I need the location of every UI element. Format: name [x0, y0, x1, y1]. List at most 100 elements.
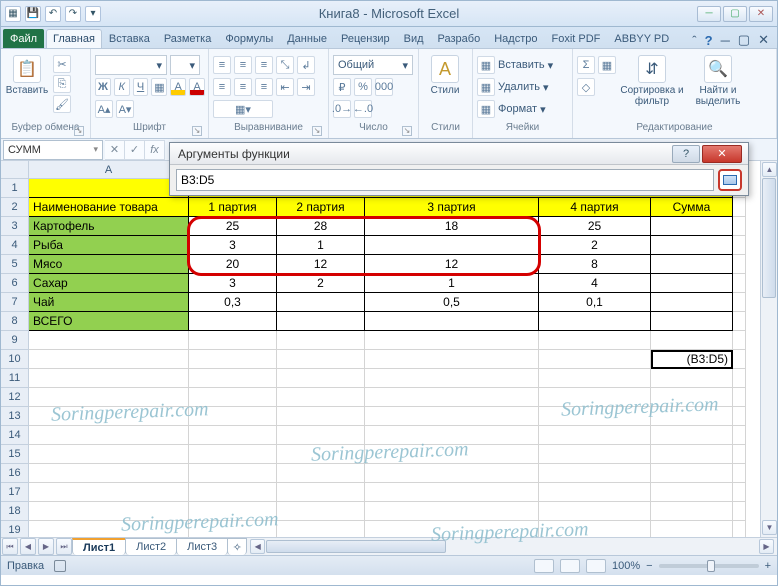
minimize-ribbon-icon[interactable]: ˆ — [692, 33, 696, 48]
tab-view[interactable]: Вид — [397, 29, 431, 48]
cell[interactable] — [539, 464, 651, 483]
col-header-A[interactable]: A — [29, 161, 189, 179]
tab-developer[interactable]: Разрабо — [431, 29, 488, 48]
paste-button[interactable]: 📋 Вставить — [5, 55, 49, 96]
horizontal-scrollbar[interactable]: ◀ ▶ — [249, 538, 775, 555]
cell[interactable] — [29, 350, 189, 369]
cell[interactable]: 0,1 — [539, 293, 651, 312]
cell[interactable] — [365, 350, 539, 369]
cell[interactable]: 12 — [365, 255, 539, 274]
row-header[interactable]: 13 — [1, 407, 29, 426]
cell[interactable] — [733, 217, 746, 236]
cell[interactable] — [29, 502, 189, 521]
name-box[interactable]: СУММ▾ — [3, 140, 103, 160]
cancel-formula-icon[interactable]: ✕ — [105, 140, 125, 160]
cell[interactable]: Мясо — [29, 255, 189, 274]
cell[interactable]: Сумма — [651, 198, 733, 217]
dialog-help-button[interactable]: ? — [672, 145, 700, 163]
cell[interactable] — [29, 369, 189, 388]
border-button[interactable]: ▦ — [151, 78, 167, 96]
increase-decimal-icon[interactable]: .0→ — [333, 100, 351, 118]
row-header[interactable]: 12 — [1, 388, 29, 407]
align-bottom-icon[interactable]: ≡ — [255, 56, 273, 74]
tab-file[interactable]: Файл — [3, 29, 44, 48]
cell[interactable] — [29, 179, 189, 198]
maximize-button[interactable]: ▢ — [723, 6, 747, 22]
vscroll-thumb[interactable] — [762, 178, 776, 298]
cell[interactable] — [651, 274, 733, 293]
align-center-icon[interactable]: ≡ — [234, 78, 252, 96]
underline-button[interactable]: Ч — [133, 78, 149, 96]
decrease-indent-icon[interactable]: ⇤ — [276, 78, 294, 96]
cell[interactable] — [733, 483, 746, 502]
cell[interactable]: Рыба — [29, 236, 189, 255]
cell[interactable]: 0,3 — [189, 293, 277, 312]
function-arguments-dialog[interactable]: Аргументы функции ? ✕ B3:D5 — [169, 142, 749, 196]
cell[interactable] — [651, 388, 733, 407]
cell[interactable] — [29, 407, 189, 426]
sheet-nav-first-icon[interactable]: ⏮ — [2, 538, 18, 555]
currency-icon[interactable]: ₽ — [333, 78, 351, 96]
cell[interactable]: 12 — [277, 255, 365, 274]
select-all-corner[interactable] — [1, 161, 29, 179]
cell[interactable]: 3 партия — [365, 198, 539, 217]
italic-button[interactable]: К — [114, 78, 130, 96]
cell[interactable] — [189, 445, 277, 464]
new-sheet-button[interactable]: ✧ — [227, 538, 247, 555]
cell[interactable] — [277, 407, 365, 426]
cell[interactable] — [651, 464, 733, 483]
cell[interactable] — [651, 445, 733, 464]
font-family-combo[interactable]: ▾ — [95, 55, 167, 75]
cell[interactable] — [365, 407, 539, 426]
merge-button[interactable]: ▦▾ — [213, 100, 273, 118]
sheet-tab-1[interactable]: Лист1 — [72, 538, 126, 555]
row-header[interactable]: 4 — [1, 236, 29, 255]
cell[interactable] — [733, 407, 746, 426]
cell[interactable] — [733, 426, 746, 445]
cell[interactable] — [277, 445, 365, 464]
sort-filter-button[interactable]: ⇵Сортировка и фильтр — [620, 55, 684, 107]
cell[interactable]: Сахар — [29, 274, 189, 293]
excel-icon[interactable]: ▦ — [5, 6, 21, 22]
row-header[interactable]: 10 — [1, 350, 29, 369]
cell[interactable] — [189, 426, 277, 445]
cell[interactable] — [539, 445, 651, 464]
decrease-decimal-icon[interactable]: ←.0 — [354, 100, 372, 118]
dialog-expand-button[interactable] — [718, 169, 742, 191]
cell[interactable] — [277, 293, 365, 312]
cell[interactable] — [189, 350, 277, 369]
cell[interactable] — [539, 407, 651, 426]
font-size-combo[interactable]: ▾ — [170, 55, 200, 75]
alignment-launcher-icon[interactable]: ↘ — [312, 126, 322, 136]
undo-icon[interactable]: ↶ — [45, 6, 61, 22]
cell[interactable]: Наименование товара — [29, 198, 189, 217]
cell[interactable] — [189, 312, 277, 331]
cell[interactable] — [733, 445, 746, 464]
row-header[interactable]: 8 — [1, 312, 29, 331]
fill-color-button[interactable]: A — [170, 78, 186, 96]
cell[interactable] — [651, 331, 733, 350]
cell[interactable] — [29, 331, 189, 350]
number-launcher-icon[interactable]: ↘ — [402, 126, 412, 136]
tab-foxit[interactable]: Foxit PDF — [544, 29, 607, 48]
cell[interactable] — [733, 293, 746, 312]
cell[interactable] — [651, 426, 733, 445]
cell[interactable] — [277, 331, 365, 350]
comma-icon[interactable]: 000 — [375, 78, 393, 96]
cell[interactable] — [189, 502, 277, 521]
number-format-combo[interactable]: Общий▾ — [333, 55, 413, 75]
cell[interactable] — [365, 464, 539, 483]
cell[interactable] — [365, 426, 539, 445]
cell[interactable] — [539, 502, 651, 521]
row-header[interactable]: 17 — [1, 483, 29, 502]
fill-icon[interactable]: ▦ — [598, 56, 616, 74]
dialog-close-button[interactable]: ✕ — [702, 145, 742, 163]
cell[interactable] — [29, 483, 189, 502]
cell[interactable] — [733, 388, 746, 407]
zoom-level[interactable]: 100% — [612, 560, 640, 572]
cell[interactable] — [733, 464, 746, 483]
cell[interactable] — [539, 331, 651, 350]
tab-insert[interactable]: Вставка — [102, 29, 157, 48]
close-button[interactable]: ✕ — [749, 6, 773, 22]
view-normal-icon[interactable] — [534, 559, 554, 573]
